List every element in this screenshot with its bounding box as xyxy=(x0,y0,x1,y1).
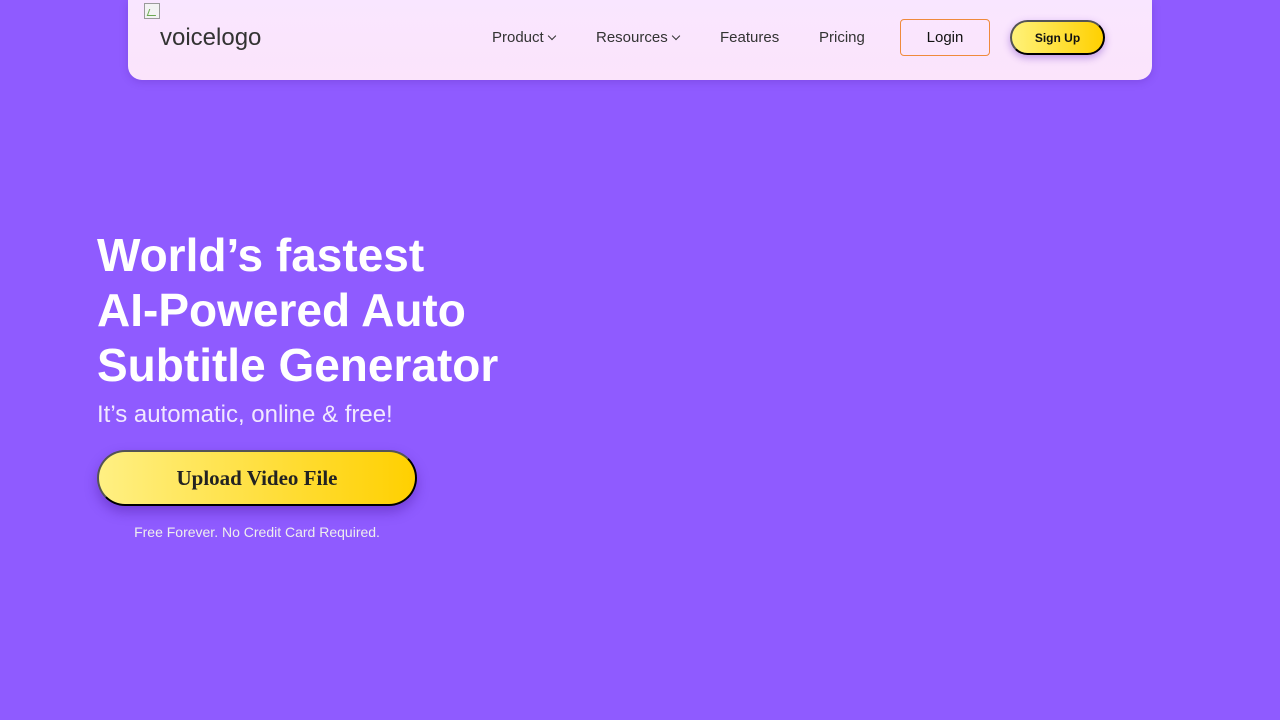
free-forever-note: Free Forever. No Credit Card Required. xyxy=(134,524,380,540)
nav-product[interactable]: Product xyxy=(492,29,556,46)
hero-subtitle: It’s automatic, online & free! xyxy=(97,401,393,428)
top-navbar: voicelogo Product Resources Features Pri… xyxy=(128,0,1152,80)
hero-title-line-1: World’s fastest xyxy=(97,229,425,281)
chevron-down-icon xyxy=(547,31,556,41)
logo-alt-text: voicelogo xyxy=(160,24,262,51)
chevron-down-icon xyxy=(671,31,680,41)
nav-resources-label: Resources xyxy=(596,29,668,46)
login-button[interactable]: Login xyxy=(900,19,990,56)
nav-resources[interactable]: Resources xyxy=(596,29,680,46)
nav-product-label: Product xyxy=(492,29,544,46)
nav-pricing[interactable]: Pricing xyxy=(819,29,865,46)
hero-title: World’s fastest AI-Powered Auto Subtitle… xyxy=(97,228,557,393)
signup-button[interactable]: Sign Up xyxy=(1010,20,1105,55)
nav-features[interactable]: Features xyxy=(720,29,779,46)
hero-title-line-3: Subtitle Generator xyxy=(97,339,499,391)
broken-image-icon xyxy=(144,3,160,19)
nav-features-label: Features xyxy=(720,29,780,46)
nav-pricing-label: Pricing xyxy=(819,29,865,46)
upload-video-button[interactable]: Upload Video File xyxy=(97,450,417,506)
hero-title-line-2: AI-Powered Auto xyxy=(97,284,466,336)
